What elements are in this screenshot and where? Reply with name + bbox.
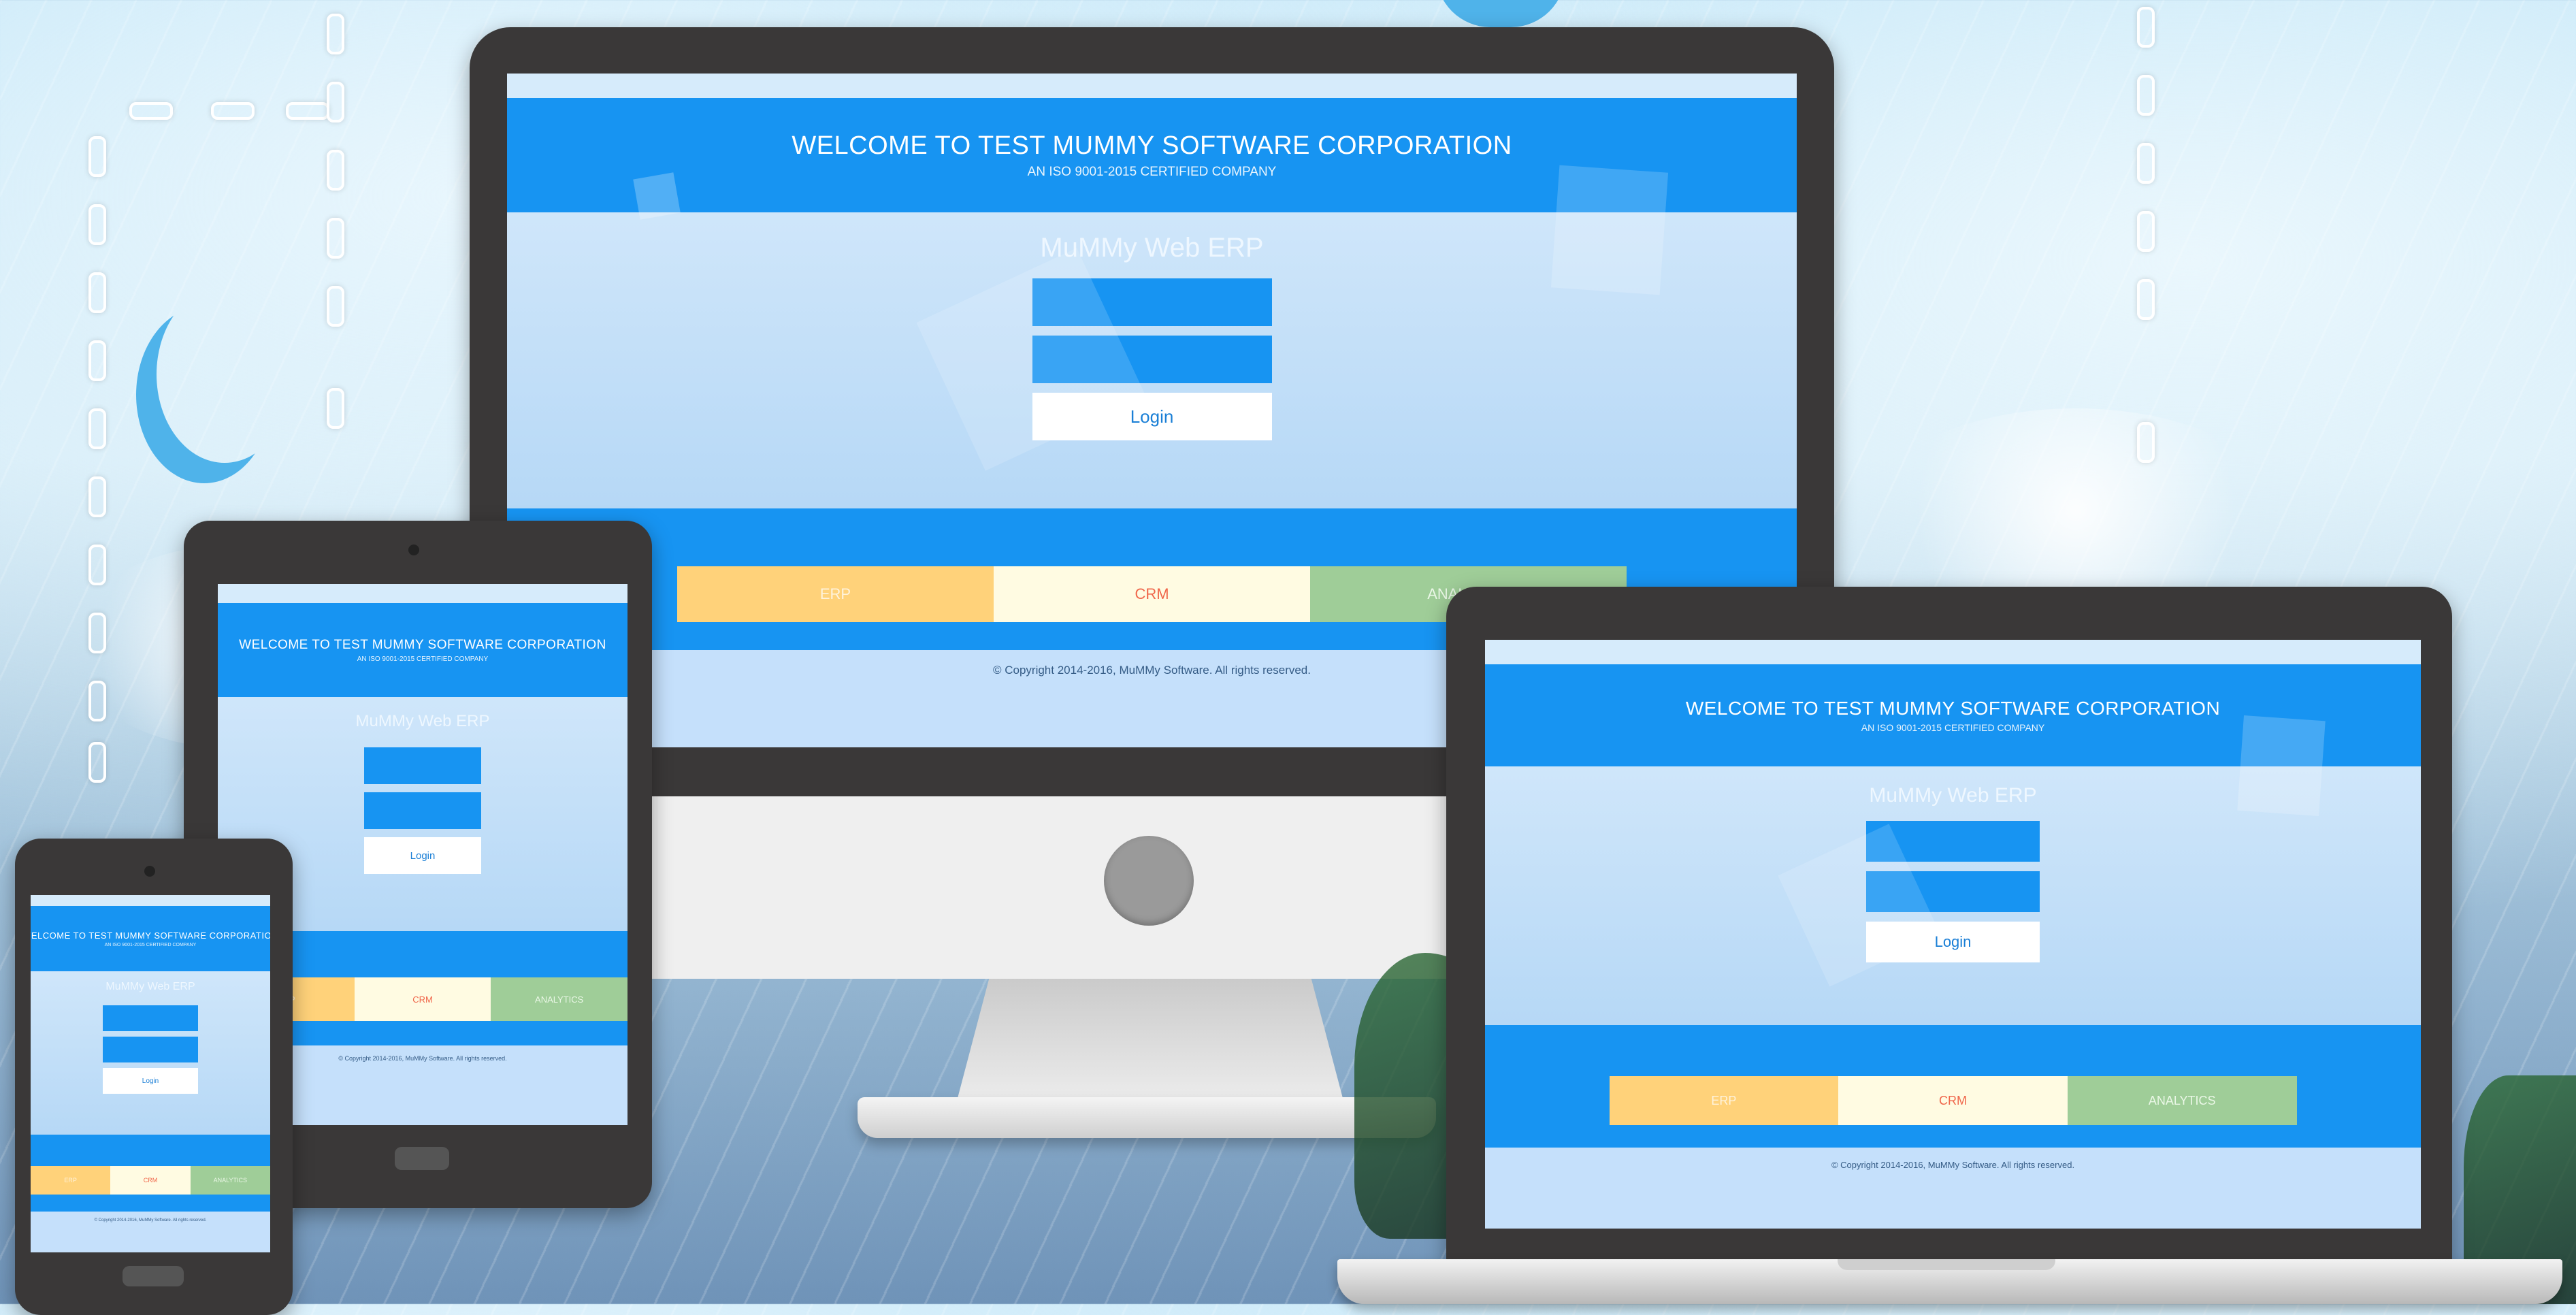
company-title: WELCOME TO TEST MUMMY SOFTWARE CORPORATI…	[31, 930, 270, 941]
dashed-frame-decoration	[327, 388, 344, 429]
company-subtitle: AN ISO 9001-2015 CERTIFIED COMPANY	[104, 942, 197, 947]
laptop-hinge-notch	[1838, 1259, 2055, 1270]
login-panel: MuMMy Web ERP Login	[31, 971, 270, 1135]
module-analytics[interactable]: ANALYTICS	[491, 977, 627, 1021]
background-cloud	[1872, 408, 2280, 613]
camera-icon	[144, 866, 155, 877]
decorative-square	[2237, 715, 2326, 817]
dashed-frame-decoration	[2137, 7, 2155, 48]
module-erp[interactable]: ERP	[677, 566, 994, 622]
decorative-square	[633, 172, 681, 220]
modules-bar: ERP CRM ANALYTICS	[31, 1135, 270, 1212]
username-input[interactable]	[103, 1005, 198, 1031]
dashed-frame-decoration	[327, 218, 344, 259]
dashed-frame-decoration	[327, 14, 344, 54]
dashed-frame-decoration	[88, 681, 106, 721]
modules-bar: ERP CRM ANALYTICS	[1485, 1025, 2421, 1148]
company-subtitle: AN ISO 9001-2015 CERTIFIED COMPANY	[357, 655, 489, 663]
dashed-frame-decoration	[88, 272, 106, 313]
copyright-text: © Copyright 2014-2016, MuMMy Software. A…	[94, 1218, 207, 1222]
copyright-text: © Copyright 2014-2016, MuMMy Software. A…	[992, 664, 1311, 677]
dashed-frame-decoration	[327, 286, 344, 327]
monitor-stand-neck	[953, 967, 1348, 1116]
module-erp[interactable]: ERP	[1609, 1076, 1839, 1125]
dashed-frame-decoration	[88, 476, 106, 517]
footer: © Copyright 2014-2016, MuMMy Software. A…	[31, 1212, 270, 1252]
module-crm[interactable]: CRM	[354, 977, 491, 1021]
module-analytics[interactable]: ANALYTICS	[190, 1166, 270, 1195]
browser-strip	[31, 895, 270, 906]
login-button[interactable]: Login	[103, 1068, 198, 1094]
dashed-frame-decoration	[88, 340, 106, 381]
company-title: WELCOME TO TEST MUMMY SOFTWARE CORPORATI…	[792, 131, 1512, 160]
header-banner: WELCOME TO TEST MUMMY SOFTWARE CORPORATI…	[218, 603, 627, 697]
company-subtitle: AN ISO 9001-2015 CERTIFIED COMPANY	[1861, 722, 2045, 733]
phone-screen: WELCOME TO TEST MUMMY SOFTWARE CORPORATI…	[31, 895, 270, 1252]
dashed-frame-decoration	[211, 102, 255, 120]
dashed-frame-decoration	[2137, 75, 2155, 116]
footer: © Copyright 2014-2016, MuMMy Software. A…	[1485, 1148, 2421, 1229]
app-title: MuMMy Web ERP	[355, 712, 490, 730]
dashed-frame-decoration	[2137, 279, 2155, 320]
browser-strip	[507, 74, 1797, 98]
module-analytics[interactable]: ANALYTICS	[2067, 1076, 2297, 1125]
camera-icon	[408, 545, 419, 555]
header-banner: WELCOME TO TEST MUMMY SOFTWARE CORPORATI…	[31, 906, 270, 971]
monitor-stand-base	[858, 1097, 1436, 1138]
dashed-frame-decoration	[327, 82, 344, 123]
company-subtitle: AN ISO 9001-2015 CERTIFIED COMPANY	[1027, 164, 1277, 179]
dashed-frame-decoration	[129, 102, 173, 120]
password-input[interactable]	[364, 792, 481, 829]
browser-strip	[218, 584, 627, 603]
blue-crescent-decoration	[157, 286, 293, 463]
dashed-frame-decoration	[88, 613, 106, 653]
dashed-frame-decoration	[88, 136, 106, 177]
dashed-frame-decoration	[88, 545, 106, 585]
module-tiles: ERP CRM ANALYTICS	[1609, 1076, 2297, 1125]
company-title: WELCOME TO TEST MUMMY SOFTWARE CORPORATI…	[239, 637, 606, 652]
dashed-frame-decoration	[327, 150, 344, 191]
decorative-square	[1550, 165, 1669, 295]
module-tiles: ERP CRM ANALYTICS	[31, 1166, 270, 1195]
copyright-text: © Copyright 2014-2016, MuMMy Software. A…	[338, 1055, 507, 1062]
app-title: MuMMy Web ERP	[105, 981, 195, 992]
erp-page: WELCOME TO TEST MUMMY SOFTWARE CORPORATI…	[31, 895, 270, 1252]
dashed-frame-decoration	[2137, 422, 2155, 463]
module-crm[interactable]: CRM	[1838, 1076, 2068, 1125]
dashed-frame-decoration	[286, 102, 329, 120]
module-crm[interactable]: CRM	[110, 1166, 191, 1195]
dashed-frame-decoration	[88, 204, 106, 245]
browser-strip	[1485, 640, 2421, 664]
app-title: MuMMy Web ERP	[1869, 784, 2037, 807]
apple-logo-icon	[1104, 836, 1194, 926]
blue-circle-decoration	[1436, 0, 1565, 27]
username-input[interactable]	[364, 747, 481, 784]
home-button-icon	[123, 1266, 184, 1286]
dashed-frame-decoration	[2137, 211, 2155, 252]
module-crm[interactable]: CRM	[994, 566, 1310, 622]
copyright-text: © Copyright 2014-2016, MuMMy Software. A…	[1831, 1160, 2075, 1170]
dashed-frame-decoration	[2137, 143, 2155, 184]
company-title: WELCOME TO TEST MUMMY SOFTWARE CORPORATI…	[1685, 698, 2221, 719]
dashed-frame-decoration	[88, 408, 106, 449]
module-erp[interactable]: ERP	[31, 1166, 111, 1195]
laptop-screen: WELCOME TO TEST MUMMY SOFTWARE CORPORATI…	[1485, 640, 2421, 1229]
password-input[interactable]	[103, 1037, 198, 1062]
home-button-icon	[395, 1147, 449, 1170]
dashed-frame-decoration	[88, 742, 106, 783]
login-button[interactable]: Login	[364, 837, 481, 874]
